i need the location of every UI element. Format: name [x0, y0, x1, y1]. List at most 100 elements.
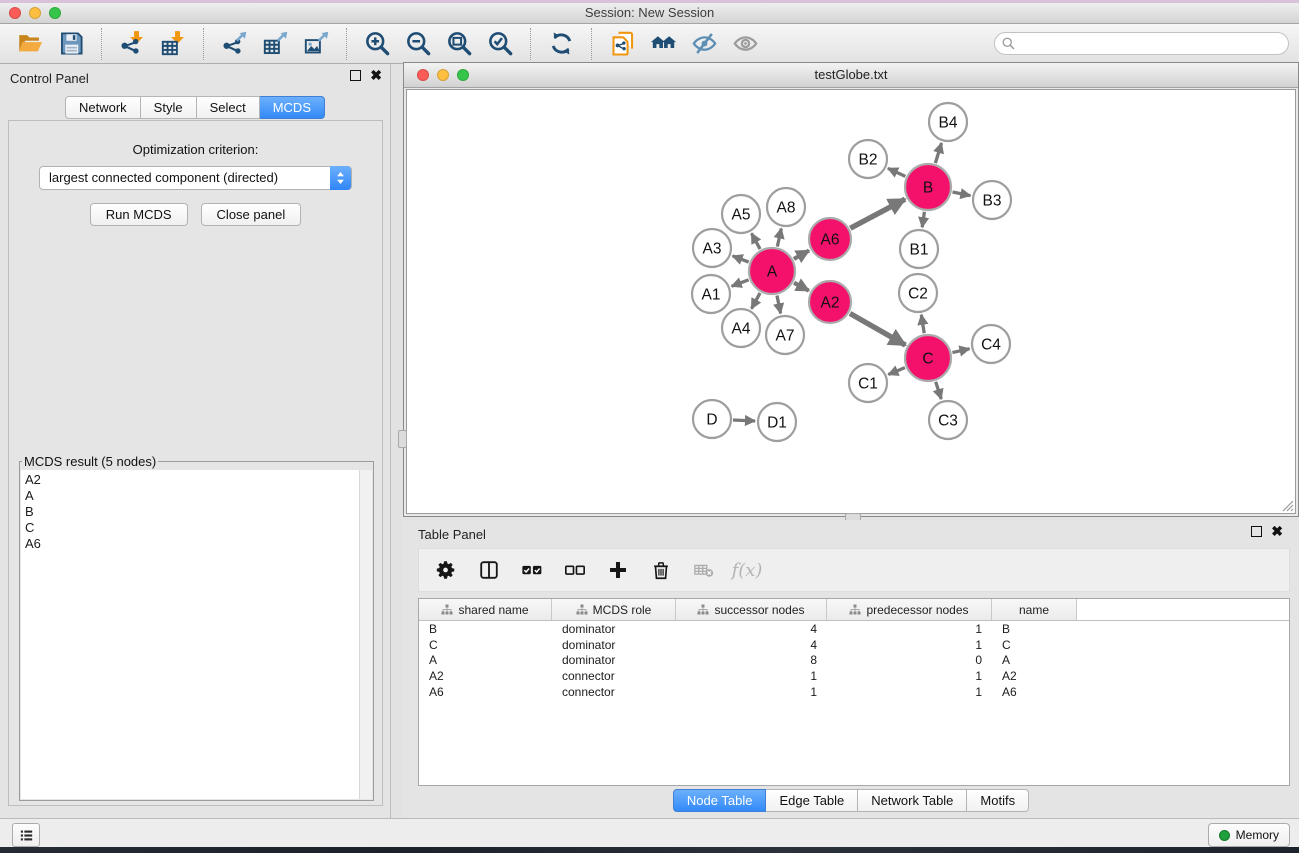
export-network-button[interactable] [214, 26, 255, 62]
export-image-button[interactable] [296, 26, 337, 62]
cell-predecessor-nodes[interactable]: 1 [827, 622, 992, 636]
column-header-shared-name[interactable]: shared name [419, 599, 552, 620]
zoom-selected-button[interactable] [480, 26, 521, 62]
edge-A6-B[interactable] [850, 199, 905, 228]
cell-name[interactable]: A [992, 653, 1077, 667]
node-A1[interactable]: A1 [692, 275, 730, 313]
node-C[interactable]: C [905, 335, 951, 381]
edge-C-C4[interactable] [952, 349, 969, 353]
cell-shared-name[interactable]: A [419, 653, 552, 667]
edge-C-C3[interactable] [936, 382, 942, 399]
search-input[interactable] [994, 32, 1289, 55]
table-row[interactable]: A6connector11A6 [419, 684, 1289, 700]
result-item[interactable]: A [25, 488, 360, 504]
table-row[interactable]: Bdominator41B [419, 621, 1289, 637]
cell-MCDS-role[interactable]: connector [552, 669, 676, 683]
node-A2[interactable]: A2 [809, 281, 851, 323]
float-table-panel-icon[interactable] [1251, 526, 1262, 537]
result-scrollbar[interactable] [359, 470, 372, 799]
close-panel-icon[interactable]: ✖ [370, 70, 382, 81]
column-header-successor-nodes[interactable]: successor nodes [676, 599, 827, 620]
edge-D-D1[interactable] [733, 420, 755, 421]
add-column-button[interactable] [605, 557, 631, 583]
open-session-button[interactable] [10, 26, 51, 62]
cell-predecessor-nodes[interactable]: 1 [827, 669, 992, 683]
node-A[interactable]: A [749, 248, 795, 294]
zoom-fit-button[interactable] [439, 26, 480, 62]
cell-shared-name[interactable]: B [419, 622, 552, 636]
deselect-all-columns-button[interactable] [562, 557, 588, 583]
import-network-button[interactable] [112, 26, 153, 62]
tab-motifs[interactable]: Motifs [967, 789, 1029, 812]
edge-A-A6[interactable] [794, 251, 809, 259]
edge-A-A5[interactable] [752, 233, 761, 249]
cell-name[interactable]: A2 [992, 669, 1077, 683]
edge-A-A4[interactable] [752, 293, 761, 309]
cell-successor-nodes[interactable]: 1 [676, 669, 827, 683]
tab-network-table[interactable]: Network Table [858, 789, 967, 812]
cell-shared-name[interactable]: C [419, 638, 552, 652]
first-neighbors-button[interactable] [643, 26, 684, 62]
cell-shared-name[interactable]: A2 [419, 669, 552, 683]
zoom-out-button[interactable] [398, 26, 439, 62]
cell-MCDS-role[interactable]: dominator [552, 653, 676, 667]
export-table-button[interactable] [255, 26, 296, 62]
cell-successor-nodes[interactable]: 4 [676, 638, 827, 652]
table-row[interactable]: Cdominator41C [419, 637, 1289, 653]
save-session-button[interactable] [51, 26, 92, 62]
show-all-button[interactable] [725, 26, 766, 62]
column-header-predecessor-nodes[interactable]: predecessor nodes [827, 599, 992, 620]
edge-B-B1[interactable] [922, 212, 924, 227]
result-item[interactable]: C [25, 520, 360, 536]
hide-selected-button[interactable] [684, 26, 725, 62]
cell-name[interactable]: C [992, 638, 1077, 652]
run-mcds-button[interactable]: Run MCDS [90, 203, 188, 226]
resize-grip-icon[interactable] [1279, 497, 1294, 512]
tab-edge-table[interactable]: Edge Table [766, 789, 858, 812]
cell-name[interactable]: B [992, 622, 1077, 636]
node-B2[interactable]: B2 [849, 140, 887, 178]
tab-mcds[interactable]: MCDS [260, 96, 325, 119]
network-graph[interactable]: B4B2BB3B1A5A8A6A3AA1A2C2A4A7C4CC1C3DD1 [407, 90, 1296, 514]
edge-A-A7[interactable] [777, 295, 781, 313]
cell-predecessor-nodes[interactable]: 1 [827, 685, 992, 699]
table-settings-button[interactable] [433, 557, 459, 583]
edge-B-B2[interactable] [888, 168, 905, 176]
node-D[interactable]: D [693, 400, 731, 438]
table-row[interactable]: Adominator80A [419, 652, 1289, 668]
node-A5[interactable]: A5 [722, 195, 760, 233]
cell-name[interactable]: A6 [992, 685, 1077, 699]
float-panel-icon[interactable] [350, 70, 361, 81]
edge-A-A2[interactable] [794, 283, 809, 291]
cell-predecessor-nodes[interactable]: 1 [827, 638, 992, 652]
node-C3[interactable]: C3 [929, 401, 967, 439]
node-A8[interactable]: A8 [767, 188, 805, 226]
tab-network[interactable]: Network [65, 96, 141, 119]
node-A7[interactable]: A7 [766, 316, 804, 354]
result-item[interactable]: A6 [25, 536, 360, 552]
node-C2[interactable]: C2 [899, 274, 937, 312]
column-layout-button[interactable] [476, 557, 502, 583]
edge-C-C1[interactable] [888, 368, 905, 375]
tab-select[interactable]: Select [197, 96, 260, 119]
tab-node-table[interactable]: Node Table [673, 789, 767, 812]
cell-shared-name[interactable]: A6 [419, 685, 552, 699]
refresh-view-button[interactable] [541, 26, 582, 62]
delete-column-button[interactable] [648, 557, 674, 583]
tab-style[interactable]: Style [141, 96, 197, 119]
node-B4[interactable]: B4 [929, 103, 967, 141]
edge-A2-C[interactable] [850, 313, 905, 345]
cell-successor-nodes[interactable]: 1 [676, 685, 827, 699]
result-item[interactable]: A2 [25, 472, 360, 488]
edge-C-C2[interactable] [921, 315, 924, 334]
cell-successor-nodes[interactable]: 8 [676, 653, 827, 667]
zoom-in-button[interactable] [357, 26, 398, 62]
clone-network-button[interactable] [602, 26, 643, 62]
node-B1[interactable]: B1 [900, 230, 938, 268]
edge-A-A8[interactable] [777, 228, 781, 246]
node-C4[interactable]: C4 [972, 325, 1010, 363]
vertical-splitter-handle[interactable] [398, 430, 407, 448]
edge-B-B3[interactable] [952, 192, 970, 196]
node-A6[interactable]: A6 [809, 218, 851, 260]
edge-B-B4[interactable] [935, 143, 941, 163]
